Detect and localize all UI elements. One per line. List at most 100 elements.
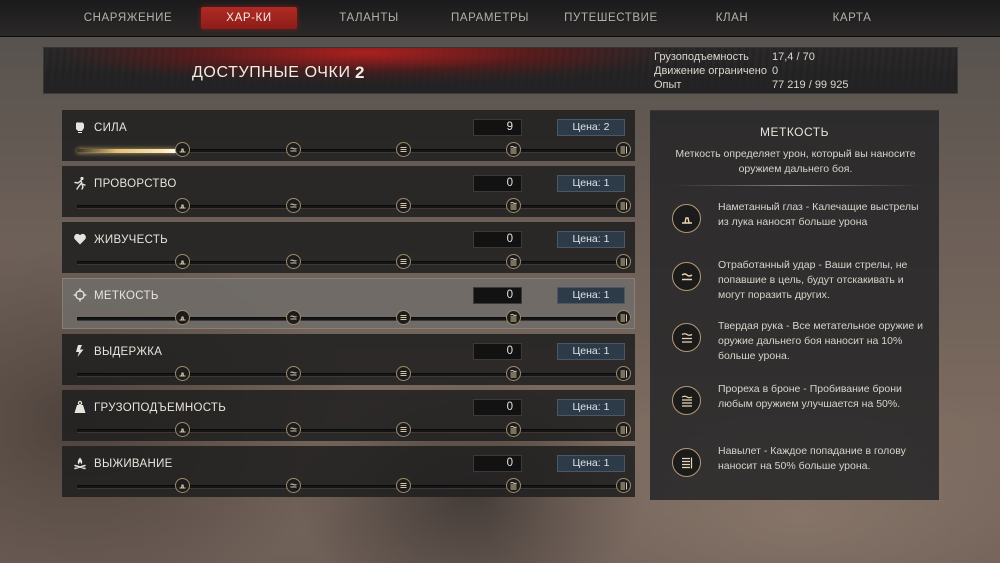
attribute-cost-button[interactable]: Цена: 1	[557, 287, 625, 304]
perk-text: Прореха в броне - Пробивание брони любым…	[718, 383, 902, 410]
tab-attributes[interactable]: ХАР-КИ	[201, 7, 297, 29]
attribute-row-encumbrance[interactable]: ГРУЗОПОДЪЕМНОСТЬ 0 Цена: 1	[62, 390, 635, 441]
attribute-name: ЖИВУЧЕСТЬ	[94, 234, 169, 246]
tier-node-icon[interactable]	[396, 142, 411, 157]
attribute-cost-button[interactable]: Цена: 1	[557, 231, 625, 248]
attribute-cost-button[interactable]: Цена: 1	[557, 455, 625, 472]
attribute-progress-track	[77, 485, 631, 489]
tier2-rune-icon	[672, 262, 701, 291]
tier-node-icon[interactable]	[506, 254, 521, 269]
perk-text: Наметанный глаз - Калечащие выстрелы из …	[718, 201, 919, 228]
attribute-detail-panel: МЕТКОСТЬ Меткость определяет урон, котор…	[650, 110, 939, 500]
stat-value: 0	[772, 65, 779, 77]
tier-node-icon[interactable]	[286, 478, 301, 493]
tier-node-icon[interactable]	[396, 254, 411, 269]
attribute-list: СИЛА 9 Цена: 2 ПРОВОРСТВО 0 Цена: 1 ЖИВУ…	[62, 110, 635, 500]
tier-node-icon[interactable]	[506, 478, 521, 493]
tier-node-icon[interactable]	[396, 198, 411, 213]
perk-text: Навылет - Каждое попадание в голову нано…	[718, 445, 906, 472]
tier-node-icon[interactable]	[286, 310, 301, 325]
tier-node-icon[interactable]	[175, 254, 190, 269]
attribute-name: ГРУЗОПОДЪЕМНОСТЬ	[94, 402, 227, 414]
runner-icon	[73, 176, 87, 190]
tier-node-icon[interactable]	[506, 198, 521, 213]
tier-node-icon[interactable]	[175, 366, 190, 381]
tier-node-icon[interactable]	[175, 310, 190, 325]
attribute-value: 0	[473, 343, 522, 360]
attribute-row-agility[interactable]: ПРОВОРСТВО 0 Цена: 1	[62, 166, 635, 217]
attribute-progress-track	[77, 373, 631, 377]
tier-node-icon[interactable]	[286, 198, 301, 213]
tier-node-icon[interactable]	[616, 422, 631, 437]
weight-icon	[73, 400, 87, 414]
fist-icon	[73, 120, 87, 134]
stat-experience: Опыт 77 219 / 99 925	[654, 79, 848, 91]
attribute-name: СИЛА	[94, 122, 127, 134]
attribute-name: ВЫДЕРЖКА	[94, 346, 163, 358]
detail-divider	[670, 185, 920, 186]
attribute-value: 0	[473, 287, 522, 304]
tier-node-icon[interactable]	[396, 422, 411, 437]
available-points-value: 2	[355, 63, 365, 82]
stat-label: Грузоподъемность	[654, 51, 749, 63]
stat-label: Движение ограничено	[654, 65, 767, 77]
tier-node-icon[interactable]	[506, 366, 521, 381]
tab-parameters[interactable]: ПАРАМЕТРЫ	[447, 7, 533, 29]
tier-node-icon[interactable]	[286, 254, 301, 269]
tier-node-icon[interactable]	[616, 478, 631, 493]
tab-journey[interactable]: ПУТЕШЕСТВИЕ	[563, 7, 659, 29]
crosshair-icon	[73, 288, 87, 302]
tier1-rune-icon	[672, 204, 701, 233]
tab-clan[interactable]: КЛАН	[702, 7, 762, 29]
tier-node-icon[interactable]	[286, 422, 301, 437]
attribute-name: ВЫЖИВАНИЕ	[94, 458, 173, 470]
tier-node-icon[interactable]	[175, 422, 190, 437]
attribute-value: 0	[473, 175, 522, 192]
detail-title: МЕТКОСТЬ	[760, 125, 829, 139]
detail-description: Меткость определяет урон, который вы нан…	[675, 148, 916, 175]
attribute-cost-button[interactable]: Цена: 1	[557, 343, 625, 360]
stat-label: Опыт	[654, 79, 682, 91]
tier-node-icon[interactable]	[396, 310, 411, 325]
tier3-rune-icon	[672, 323, 701, 352]
tier-node-icon[interactable]	[616, 142, 631, 157]
perk-text: Твердая рука - Все метательное оружие и …	[718, 320, 924, 362]
available-points-label: ДОСТУПНЫЕ ОЧКИ	[192, 64, 351, 81]
attribute-value: 0	[473, 399, 522, 416]
tier-node-icon[interactable]	[616, 198, 631, 213]
attribute-cost-button[interactable]: Цена: 2	[557, 119, 625, 136]
attribute-row-vitality[interactable]: ЖИВУЧЕСТЬ 0 Цена: 1	[62, 222, 635, 273]
tier-node-icon[interactable]	[286, 366, 301, 381]
tier-node-icon[interactable]	[616, 254, 631, 269]
tier-node-icon[interactable]	[396, 478, 411, 493]
attribute-value: 0	[473, 231, 522, 248]
attribute-row-survival[interactable]: ВЫЖИВАНИЕ 0 Цена: 1	[62, 446, 635, 497]
tier-node-icon[interactable]	[506, 142, 521, 157]
campfire-icon	[73, 456, 87, 470]
attribute-value: 9	[473, 119, 522, 136]
tier-node-icon[interactable]	[616, 366, 631, 381]
tab-map[interactable]: КАРТА	[822, 7, 882, 29]
tier-node-icon[interactable]	[616, 310, 631, 325]
tab-equipment[interactable]: СНАРЯЖЕНИЕ	[80, 7, 176, 29]
attribute-name: ПРОВОРСТВО	[94, 178, 177, 190]
attribute-row-grit[interactable]: ВЫДЕРЖКА 0 Цена: 1	[62, 334, 635, 385]
tier-node-icon[interactable]	[286, 142, 301, 157]
attribute-progress-track	[77, 429, 631, 433]
attribute-cost-button[interactable]: Цена: 1	[557, 399, 625, 416]
tab-talents[interactable]: ТАЛАНТЫ	[326, 7, 412, 29]
attribute-row-accuracy[interactable]: МЕТКОСТЬ 0 Цена: 1	[62, 278, 635, 329]
tier-node-icon[interactable]	[175, 198, 190, 213]
tier-node-icon[interactable]	[175, 142, 190, 157]
attribute-cost-button[interactable]: Цена: 1	[557, 175, 625, 192]
tier-node-icon[interactable]	[506, 422, 521, 437]
attribute-progress-fill	[77, 149, 177, 153]
header-banner: ДОСТУПНЫЕ ОЧКИ 2 Грузоподъемность 17,4 /…	[43, 47, 958, 94]
tier-node-icon[interactable]	[175, 478, 190, 493]
stat-value: 17,4 / 70	[772, 51, 815, 63]
perk-text: Отработанный удар - Ваши стрелы, не попа…	[718, 259, 908, 301]
heart-icon	[73, 232, 87, 246]
tier-node-icon[interactable]	[396, 366, 411, 381]
attribute-row-strength[interactable]: СИЛА 9 Цена: 2	[62, 110, 635, 161]
tier-node-icon[interactable]	[506, 310, 521, 325]
